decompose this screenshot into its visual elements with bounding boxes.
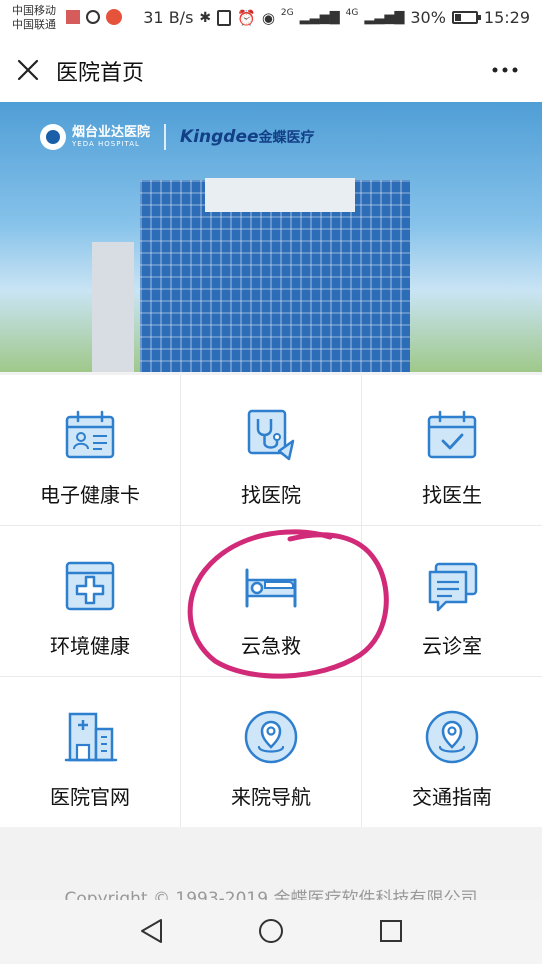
alarm-icon: ⏰ [237,8,256,27]
medical-cross-icon [65,561,115,611]
hospital-logo: 烟台业达医院 YEDA HOSPITAL [40,124,150,150]
eye-icon: ◉ [261,8,275,27]
location-pin-icon [244,710,298,764]
close-icon[interactable] [14,56,42,84]
more-icon[interactable] [490,58,520,82]
hospital-search-icon [247,409,295,461]
battery-icon [451,11,481,24]
function-grid: 电子健康卡 找医院 找医生 环境健康 云急救 云诊室 医院官网 来院导航 交通指… [0,375,542,827]
notification-icons [66,9,122,25]
building-top [205,178,355,212]
signal-4g: 4G [345,7,359,18]
title-bar: 医院首页 [0,38,542,102]
page-title: 医院首页 [56,61,145,86]
partner-logo: Kingdee金蝶医疗 [180,127,315,147]
hospital-banner[interactable]: 烟台业达医院 YEDA HOSPITAL Kingdee金蝶医疗 [0,102,542,372]
bluetooth-icon: ✱ [199,9,212,26]
battery-percent: 30% [410,8,446,27]
clock: 15:29 [483,8,530,27]
logo-divider [164,124,167,150]
signal-icon: ▂▃▅▇ [299,10,340,25]
signal-2g: 2G [280,7,294,18]
banner-logos: 烟台业达医院 YEDA HOSPITAL Kingdee金蝶医疗 [40,124,315,150]
carrier-labels: 中国移动 中国联通 [12,4,56,32]
grid-item-label: 环境健康 [50,634,130,658]
status-right: 31 B/s ✱ ⏰ ◉ 2G ▂▃▅▇ 4G ▂▃▅▇ 30% 15:29 [143,7,530,28]
status-bar: 中国移动 中国联通 31 B/s ✱ ⏰ ◉ 2G ▂▃▅▇ 4G ▂▃▅▇ 3… [0,0,542,38]
partner-name: Kingdee [180,127,259,147]
recents-square-icon[interactable] [376,916,406,946]
building-left [92,242,134,372]
grid-item-label: 交通指南 [412,785,492,809]
nfc-icon [217,9,232,26]
grid-item-cloud-clinic[interactable]: 云诊室 [362,526,542,676]
carrier-1: 中国移动 [12,4,56,17]
grid-item-label: 找医生 [422,483,482,507]
hospital-emblem-icon [40,124,66,150]
grid-item-label: 来院导航 [231,785,311,809]
signal-icon-2: ▂▃▅▇ [364,10,405,25]
grid-item-label: 电子健康卡 [40,483,140,507]
battery-level [454,14,461,21]
net-speed: 31 B/s [143,8,194,27]
grid-item-hospital-website[interactable]: 医院官网 [0,677,180,827]
building-icon [64,712,118,762]
grid-item-traffic-guide[interactable]: 交通指南 [362,677,542,827]
grid-item-health-card[interactable]: 电子健康卡 [0,375,180,525]
grid-item-find-hospital[interactable]: 找医院 [181,375,361,525]
grid-item-label: 云急救 [241,634,301,658]
health-card-icon [65,410,115,459]
grid-item-navigation[interactable]: 来院导航 [181,677,361,827]
doctor-calendar-icon [427,410,477,459]
grid-item-find-doctor[interactable]: 找医生 [362,375,542,525]
chat-icon [428,562,478,612]
back-triangle-icon[interactable] [137,916,167,946]
location-pin-icon [425,710,479,764]
grid-item-label: 医院官网 [50,785,130,809]
home-circle-icon[interactable] [256,916,286,946]
hospital-name: 烟台业达医院 [72,125,151,140]
system-nav-bar [0,900,542,964]
hospital-name-en: YEDA HOSPITAL [72,140,140,148]
carrier-2: 中国联通 [12,18,56,31]
bed-icon [245,568,297,608]
grid-item-label: 云诊室 [422,634,482,658]
qr-icon [66,10,80,24]
partner-cn: 金蝶医疗 [258,130,315,146]
grid-item-environment-health[interactable]: 环境健康 [0,526,180,676]
grid-item-label: 找医院 [241,483,301,507]
circle-icon [86,10,100,24]
app-icon [106,9,122,25]
grid-item-cloud-first-aid[interactable]: 云急救 [181,526,361,676]
